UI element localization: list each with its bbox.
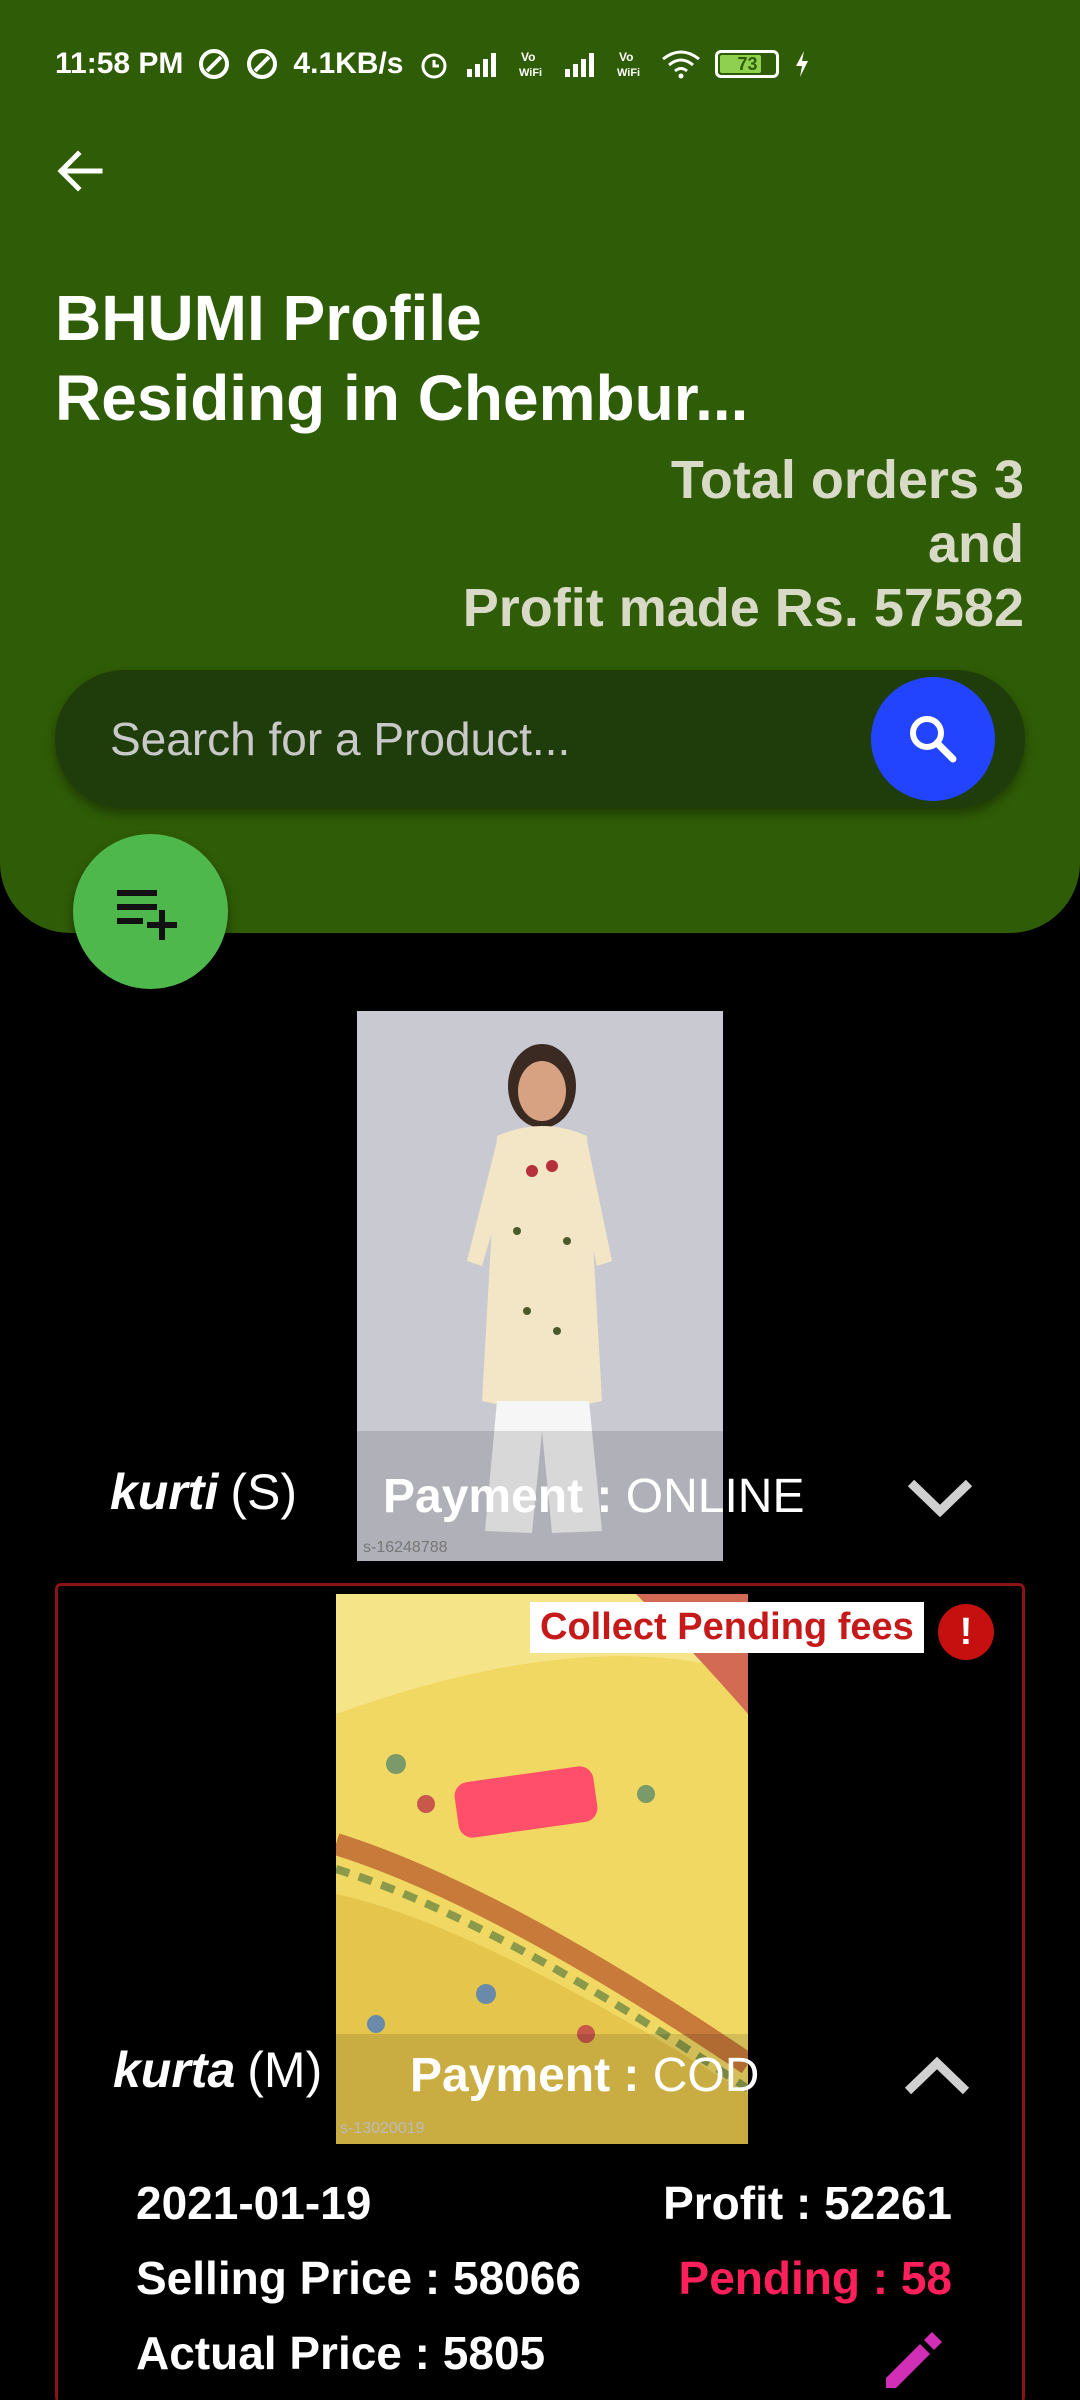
product-card[interactable]: Collect Pending fees ! kurta (M) Payment… [55, 1583, 1025, 2400]
product-card[interactable]: kurti (S) Payment : ONLINE s-16248788 [55, 1003, 1025, 1563]
payment-method: ONLINE [625, 1470, 805, 1523]
charging-icon [793, 49, 811, 79]
alert-icon[interactable]: ! [938, 1604, 994, 1660]
add-order-button[interactable] [73, 834, 228, 989]
wifi-icon [661, 49, 701, 79]
wifi-calling-icon: Vo WiFi [617, 49, 647, 79]
network-speed: 4.1KB/s [293, 47, 404, 80]
product-title: kurta (M) [113, 2041, 322, 2099]
payment-label: Payment : [410, 2049, 653, 2102]
product-sku: s-13020019 [340, 2120, 425, 2137]
search-bar[interactable]: Search for a Product... [55, 670, 1025, 808]
arrow-back-icon [57, 150, 103, 192]
playlist-add-icon [116, 889, 177, 940]
product-name: kurti [110, 1464, 219, 1520]
search-button[interactable] [871, 677, 995, 801]
sync-icon [197, 47, 231, 81]
order-date: 2021-01-19 [136, 2177, 372, 2229]
pending-amount: Pending : 58 [678, 2252, 952, 2304]
alarm-icon [417, 47, 451, 81]
collapse-button[interactable] [902, 2051, 972, 2101]
svg-text:WiFi: WiFi [617, 67, 640, 79]
search-icon [910, 716, 957, 763]
profile-location: Residing in Chembur... [55, 362, 749, 434]
payment-label: Payment : [383, 1470, 626, 1523]
product-title: kurti (S) [110, 1463, 297, 1521]
product-sku: s-16248788 [363, 1539, 448, 1556]
sync-icon [245, 47, 279, 81]
payment-info: Payment : ONLINE [383, 1469, 804, 1524]
status-bar: 11:58 PM 4.1KB/s Vo WiFi Vo WiFi 73 [55, 44, 1040, 84]
status-time: 11:58 PM [55, 47, 184, 80]
order-profit: Profit : 52261 [663, 2177, 952, 2229]
orders-connector: and [927, 514, 1024, 574]
back-button[interactable] [48, 140, 110, 202]
svg-text:Vo: Vo [521, 50, 535, 64]
selling-price: Selling Price : 58066 [136, 2252, 581, 2304]
product-size: (S) [230, 1464, 298, 1520]
edit-button[interactable] [878, 2326, 948, 2396]
search-input[interactable]: Search for a Product... [110, 712, 570, 766]
payment-method: COD [652, 2049, 760, 2102]
signal-icon [563, 49, 603, 79]
order-details: 2021-01-19 Profit : 52261 Selling Price … [58, 2176, 1022, 2400]
product-name: kurta [113, 2042, 236, 2098]
actual-price: Actual Price : 5805 [136, 2327, 546, 2379]
wifi-calling-icon: Vo WiFi [519, 49, 549, 79]
profile-name: BHUMI Profile [55, 282, 482, 354]
page-title: BHUMI Profile Residing in Chembur... [55, 278, 748, 438]
signal-icon [465, 49, 505, 79]
chevron-down-icon [907, 1479, 973, 1518]
svg-text:WiFi: WiFi [519, 67, 542, 79]
chevron-up-icon [904, 2056, 970, 2095]
profile-header: 11:58 PM 4.1KB/s Vo WiFi Vo WiFi 73 BHUM… [0, 0, 1080, 933]
collect-pending-fees-label: Collect Pending fees [530, 1602, 924, 1653]
edit-icon [886, 2332, 942, 2388]
svg-text:Vo: Vo [619, 50, 633, 64]
profit-made: Profit made Rs. 57582 [462, 578, 1024, 638]
payment-info: Payment : COD [410, 2048, 759, 2103]
expand-button[interactable] [905, 1473, 975, 1523]
total-orders: Total orders 3 [670, 450, 1024, 510]
battery-level: 73 [737, 53, 758, 74]
battery-icon: 73 [715, 50, 780, 78]
orders-summary: Total orders 3 and Profit made Rs. 57582 [324, 448, 1024, 640]
product-size: (M) [247, 2042, 323, 2098]
